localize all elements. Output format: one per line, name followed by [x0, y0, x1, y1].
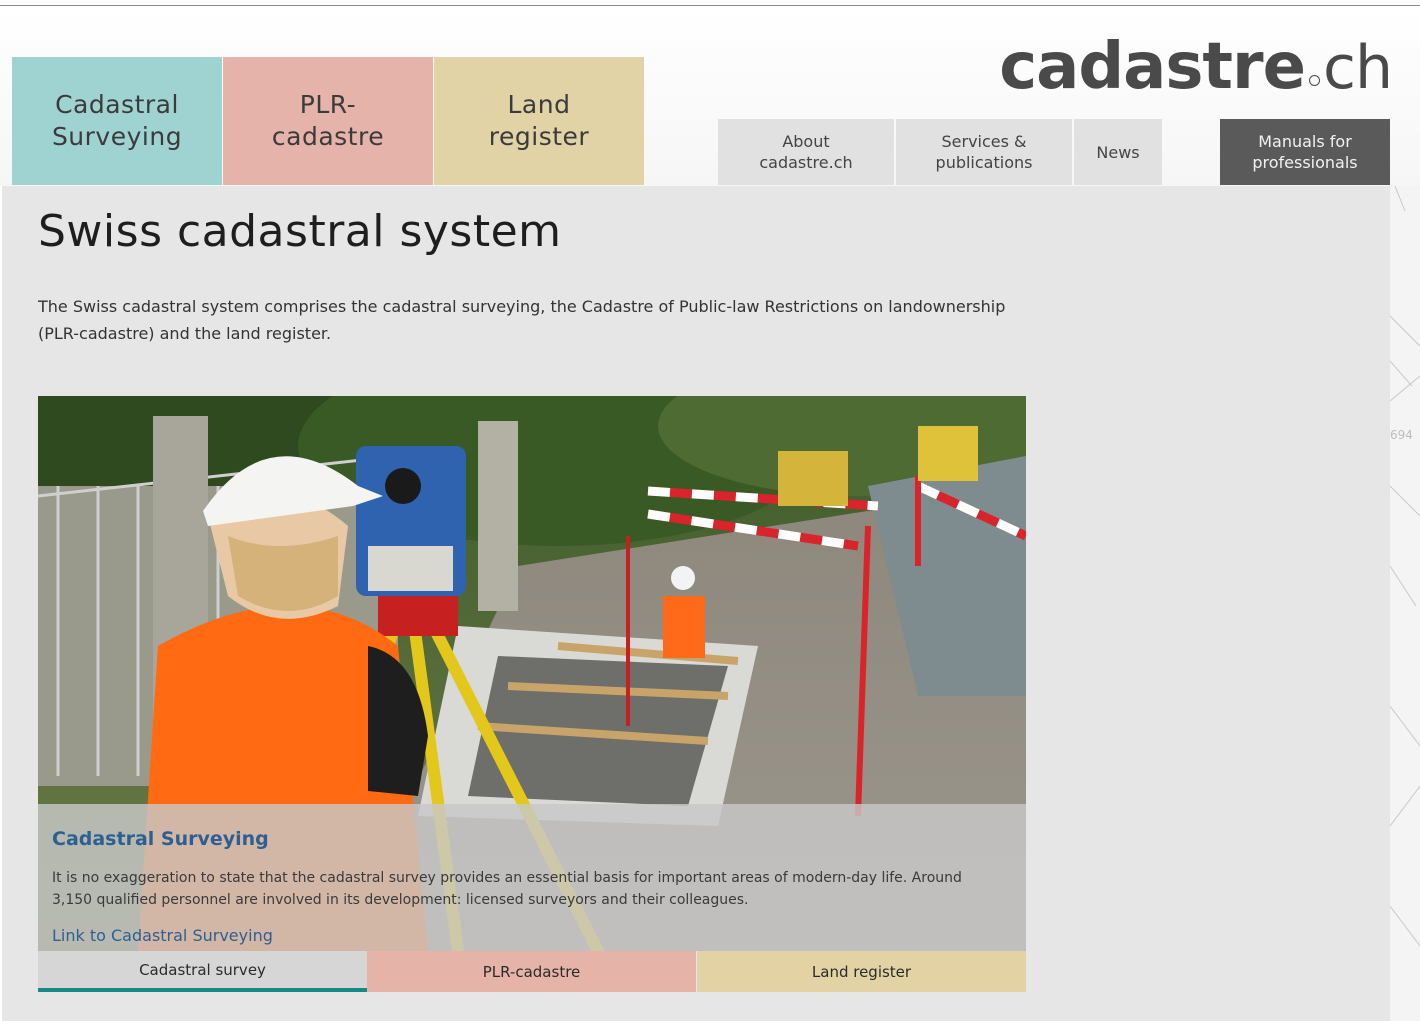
background-map-strip: 694	[1390, 186, 1420, 1021]
page-title: Swiss cadastral system	[38, 206, 562, 257]
nav-manuals-professionals[interactable]: Manuals for professionals	[1220, 119, 1390, 185]
logo-dot-icon	[1308, 75, 1320, 86]
slider-tab-cadastral-survey[interactable]: Cadastral survey	[38, 951, 367, 992]
slider-tab-plr-cadastre[interactable]: PLR-cadastre	[367, 951, 696, 992]
logo-main: cadastre	[999, 30, 1306, 104]
tab-plr-cadastre[interactable]: PLR- cadastre	[223, 57, 433, 185]
feature-description: It is no exaggeration to state that the …	[52, 870, 962, 908]
logo-suffix: ch	[1322, 33, 1393, 103]
feature-title-link[interactable]: Cadastral Surveying	[52, 828, 269, 850]
nav-about[interactable]: About cadastre.ch	[718, 119, 894, 185]
intro-text: The Swiss cadastral system comprises the…	[38, 297, 1006, 343]
site-logo[interactable]: cadastre ch	[999, 30, 1393, 104]
tab-cadastral-surveying[interactable]: Cadastral Surveying	[12, 57, 222, 185]
slider-tab-land-register[interactable]: Land register	[697, 951, 1026, 992]
map-number-label: 694	[1390, 428, 1413, 442]
nav-services-publications[interactable]: Services & publications	[896, 119, 1072, 185]
map-lines-icon	[1390, 186, 1420, 947]
tab-land-register[interactable]: Land register	[434, 57, 644, 185]
nav-news[interactable]: News	[1074, 119, 1162, 185]
feature-link[interactable]: Link to Cadastral Surveying	[52, 926, 273, 945]
